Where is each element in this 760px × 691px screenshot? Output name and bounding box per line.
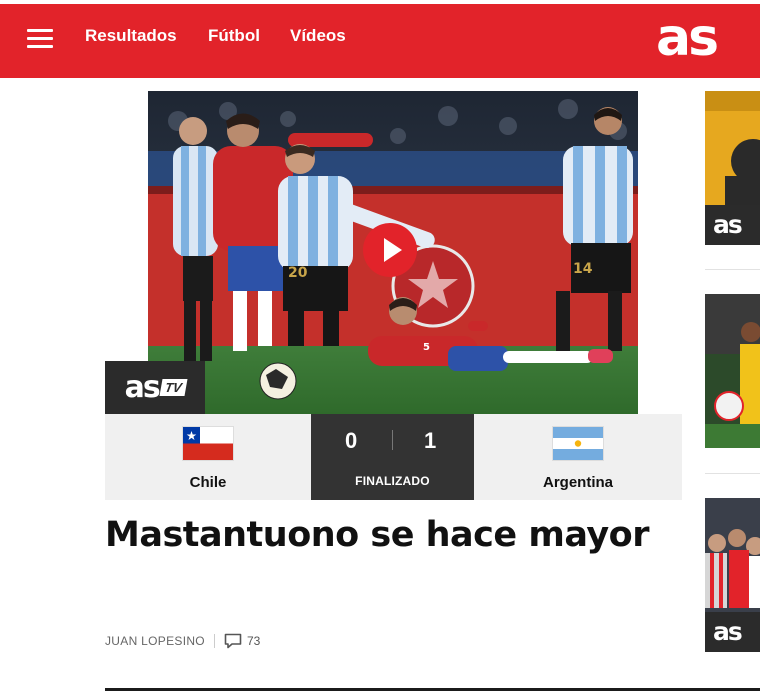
away-score: 1	[424, 428, 437, 453]
argentina-flag-icon	[553, 427, 603, 460]
match-scoreboard: Chile 0 1 FINALIZADO Argentina	[105, 414, 682, 500]
side-article-card-1[interactable]: as	[705, 91, 760, 245]
side-card-3-as-badge: as	[705, 612, 760, 652]
hero-video-thumbnail[interactable]: 20 14 5	[148, 91, 638, 414]
nav-link-videos[interactable]: Vídeos	[290, 26, 346, 46]
hamburger-menu-icon[interactable]	[27, 27, 53, 49]
match-status: FINALIZADO	[355, 474, 430, 488]
article-byline: JUAN LOPESINO 73	[105, 632, 260, 650]
author-name[interactable]: JUAN LOPESINO	[105, 634, 205, 648]
nav-link-resultados[interactable]: Resultados	[85, 26, 177, 46]
top-navigation-bar: Resultados Fútbol Vídeos as	[0, 4, 760, 78]
comments-count: 73	[246, 634, 261, 648]
side-article-card-3[interactable]: as	[705, 498, 760, 652]
nav-link-futbol[interactable]: Fútbol	[208, 26, 260, 46]
chile-flag-icon	[183, 427, 233, 460]
svg-text:20: 20	[288, 265, 308, 281]
as-logo[interactable]: as	[656, 8, 719, 68]
byline-divider	[213, 634, 215, 648]
side-article-card-2[interactable]	[705, 294, 760, 448]
svg-text:14: 14	[573, 261, 593, 277]
as-tv-badge-tv: TV	[159, 379, 187, 396]
side-card-1-as-badge: as	[705, 205, 760, 245]
comments-link[interactable]: 73	[224, 633, 260, 649]
home-team[interactable]: Chile	[105, 414, 311, 500]
score-separator	[392, 430, 393, 450]
home-score: 0	[345, 428, 358, 453]
away-team-name: Argentina	[542, 474, 613, 491]
score-box[interactable]: 0 1 FINALIZADO	[311, 414, 474, 500]
away-team[interactable]: Argentina	[474, 414, 682, 500]
as-tv-badge: as TV	[105, 361, 205, 414]
side-divider-2	[705, 473, 760, 474]
comment-icon	[224, 633, 242, 649]
svg-text:5: 5	[423, 342, 430, 353]
article-headline[interactable]: Mastantuono se hace mayor	[105, 510, 685, 560]
side-divider-1	[705, 269, 760, 270]
home-team-name: Chile	[189, 474, 227, 491]
as-tv-badge-as: as	[124, 370, 161, 405]
play-icon[interactable]	[362, 222, 418, 278]
side-article-image-2	[705, 294, 760, 448]
